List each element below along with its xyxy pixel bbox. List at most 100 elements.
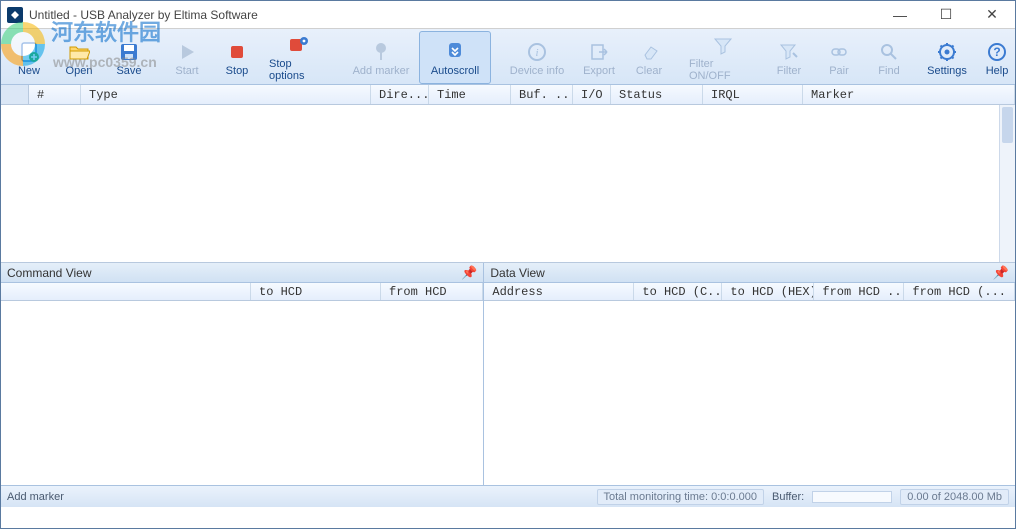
add-marker-label: Add marker bbox=[353, 65, 410, 77]
open-label: Open bbox=[66, 65, 93, 77]
pair-button[interactable]: Pair bbox=[815, 31, 863, 84]
status-add-marker[interactable]: Add marker bbox=[7, 491, 64, 503]
find-label: Find bbox=[878, 65, 899, 77]
funnel-edit-icon bbox=[779, 39, 799, 65]
vertical-scrollbar[interactable] bbox=[999, 105, 1015, 262]
command-col-from-hcd[interactable]: from HCD bbox=[381, 283, 483, 300]
data-view-pane: Data View 📌 Address to HCD (C... to HCD … bbox=[483, 263, 1015, 485]
command-view-body[interactable] bbox=[1, 301, 483, 485]
col-time[interactable]: Time bbox=[429, 85, 511, 104]
app-icon bbox=[7, 7, 23, 23]
new-label: New bbox=[18, 65, 40, 77]
settings-button[interactable]: Settings bbox=[923, 31, 971, 84]
device-info-button[interactable]: i Device info bbox=[501, 31, 573, 84]
pin-icon[interactable]: 📌 bbox=[461, 265, 477, 281]
save-button[interactable]: Save bbox=[105, 31, 153, 84]
gear-icon bbox=[937, 39, 957, 65]
find-button[interactable]: Find bbox=[865, 31, 913, 84]
stop-button[interactable]: Stop bbox=[213, 31, 261, 84]
filter-button[interactable]: Filter bbox=[765, 31, 813, 84]
buffer-gauge bbox=[812, 491, 892, 503]
window-title: Untitled - USB Analyzer by Eltima Softwa… bbox=[29, 8, 877, 22]
col-marker[interactable]: Marker bbox=[803, 85, 1015, 104]
funnel-icon bbox=[713, 33, 733, 58]
stop-options-button[interactable]: Stop options bbox=[263, 31, 335, 84]
col-irql[interactable]: IRQL bbox=[703, 85, 803, 104]
help-label: Help bbox=[986, 65, 1009, 77]
add-marker-button[interactable]: Add marker bbox=[345, 31, 417, 84]
settings-label: Settings bbox=[927, 65, 967, 77]
filter-onoff-button[interactable]: Filter ON/OFF bbox=[683, 31, 763, 84]
svg-text:?: ? bbox=[993, 45, 1000, 59]
pair-label: Pair bbox=[829, 65, 849, 77]
start-label: Start bbox=[175, 65, 198, 77]
marker-pin-icon bbox=[372, 39, 390, 65]
maximize-button[interactable]: ☐ bbox=[923, 1, 969, 28]
pin-icon[interactable]: 📌 bbox=[993, 265, 1009, 281]
data-col-from-hcd-2[interactable]: from HCD (... bbox=[904, 283, 1015, 300]
stop-options-label: Stop options bbox=[269, 58, 329, 82]
data-columns: Address to HCD (C... to HCD (HEX) from H… bbox=[484, 283, 1015, 301]
open-button[interactable]: Open bbox=[55, 31, 103, 84]
export-button[interactable]: Export bbox=[575, 31, 623, 84]
command-view-header[interactable]: Command View 📌 bbox=[1, 263, 483, 283]
window-buttons: — ☐ ✕ bbox=[877, 1, 1015, 28]
search-icon bbox=[880, 39, 898, 65]
status-buffer-text: 0.00 of 2048.00 Mb bbox=[900, 489, 1009, 505]
title-bar: Untitled - USB Analyzer by Eltima Softwa… bbox=[1, 1, 1015, 29]
data-view-body[interactable] bbox=[484, 301, 1015, 485]
col-type[interactable]: Type bbox=[81, 85, 371, 104]
command-col-blank[interactable] bbox=[1, 283, 251, 300]
bottom-panes: Command View 📌 to HCD from HCD Data View… bbox=[1, 263, 1015, 485]
link-icon bbox=[829, 39, 849, 65]
file-new-icon bbox=[18, 39, 40, 65]
main-grid-body[interactable] bbox=[1, 105, 1015, 263]
clear-button[interactable]: Clear bbox=[625, 31, 673, 84]
main-grid-header: # Type Dire... Time Buf. ... I/O Status … bbox=[1, 85, 1015, 105]
total-time-value: 0:0:0.000 bbox=[711, 491, 757, 503]
save-label: Save bbox=[116, 65, 141, 77]
data-col-from-hcd-1[interactable]: from HCD ... bbox=[814, 283, 904, 300]
svg-text:i: i bbox=[535, 47, 538, 59]
data-col-address[interactable]: Address bbox=[484, 283, 634, 300]
clear-label: Clear bbox=[636, 65, 662, 77]
col-buf[interactable]: Buf. ... bbox=[511, 85, 573, 104]
scrollbar-thumb[interactable] bbox=[1002, 107, 1013, 143]
data-col-to-hcd-hex[interactable]: to HCD (HEX) bbox=[722, 283, 814, 300]
filter-label: Filter bbox=[777, 65, 801, 77]
close-button[interactable]: ✕ bbox=[969, 1, 1015, 28]
help-icon: ? bbox=[987, 39, 1007, 65]
help-button[interactable]: ? Help bbox=[973, 31, 1016, 84]
stop-gear-icon bbox=[288, 33, 310, 58]
export-label: Export bbox=[583, 65, 615, 77]
total-time-label: Total monitoring time: bbox=[604, 491, 709, 503]
col-status[interactable]: Status bbox=[611, 85, 703, 104]
command-view-title: Command View bbox=[7, 266, 91, 280]
col-direction[interactable]: Dire... bbox=[371, 85, 429, 104]
col-io[interactable]: I/O bbox=[573, 85, 611, 104]
new-button[interactable]: New bbox=[5, 31, 53, 84]
stop-icon bbox=[229, 39, 245, 65]
command-col-to-hcd[interactable]: to HCD bbox=[251, 283, 381, 300]
toolbar: New Open Save Start Stop Stop options Ad… bbox=[1, 29, 1015, 85]
data-view-title: Data View bbox=[490, 266, 544, 280]
start-button[interactable]: Start bbox=[163, 31, 211, 84]
play-icon bbox=[178, 39, 196, 65]
minimize-button[interactable]: — bbox=[877, 1, 923, 28]
data-view-header[interactable]: Data View 📌 bbox=[484, 263, 1015, 283]
eraser-icon bbox=[639, 39, 659, 65]
scroll-down-icon bbox=[445, 39, 465, 65]
status-total-time: Total monitoring time: 0:0:0.000 bbox=[597, 489, 764, 505]
filter-onoff-label: Filter ON/OFF bbox=[689, 58, 757, 82]
col-number[interactable]: # bbox=[29, 85, 81, 104]
save-icon bbox=[119, 39, 139, 65]
data-col-to-hcd-c[interactable]: to HCD (C... bbox=[634, 283, 722, 300]
autoscroll-button[interactable]: Autoscroll bbox=[419, 31, 491, 84]
status-bar: Add marker Total monitoring time: 0:0:0.… bbox=[1, 485, 1015, 507]
status-buffer-label: Buffer: bbox=[772, 491, 804, 503]
command-columns: to HCD from HCD bbox=[1, 283, 483, 301]
info-icon: i bbox=[527, 39, 547, 65]
folder-open-icon bbox=[68, 39, 90, 65]
autoscroll-label: Autoscroll bbox=[431, 65, 479, 77]
device-info-label: Device info bbox=[510, 65, 564, 77]
